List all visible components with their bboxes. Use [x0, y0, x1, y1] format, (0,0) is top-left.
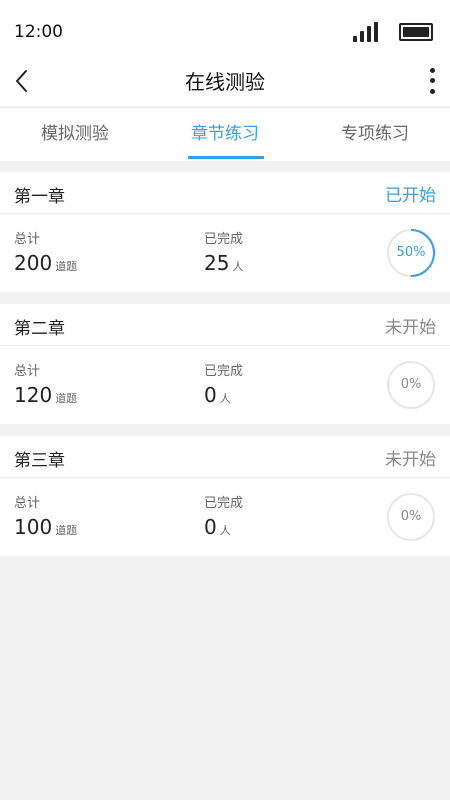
- done-unit: 人: [219, 524, 231, 537]
- progress-percent: 50%: [396, 245, 426, 260]
- progress-ring: 50%: [386, 228, 436, 278]
- total-unit: 道题: [55, 524, 78, 537]
- done-value: 0人: [204, 383, 231, 407]
- chapter-title: 第一章: [14, 187, 65, 207]
- status-bar: 12:00: [0, 0, 450, 56]
- done-label: 已完成: [204, 232, 244, 247]
- total-value: 200 道题: [14, 251, 77, 275]
- total-count: 120: [14, 383, 53, 407]
- done-unit: 人: [219, 392, 231, 405]
- chapter-card-1[interactable]: 第一章 已开始 总计 200 道题 已完成 25 人 50%: [0, 172, 450, 292]
- done-unit: 人: [232, 260, 244, 273]
- chapter-card-2[interactable]: 第二章 未开始 总计 120 道题 已完成 0人 0%: [0, 304, 450, 424]
- tab-special-practice[interactable]: 专项练习: [300, 108, 450, 161]
- progress-percent: 0%: [400, 509, 422, 524]
- tab-mock-test[interactable]: 模拟测验: [0, 108, 150, 161]
- done-value: 0人: [204, 515, 231, 539]
- total-label: 总计: [14, 364, 41, 379]
- page-title: 在线测验: [185, 70, 265, 94]
- chapter-header: 第一章 已开始: [0, 172, 450, 214]
- chapter-title: 第三章: [14, 451, 65, 471]
- total-label: 总计: [14, 496, 41, 511]
- done-label: 已完成: [204, 496, 244, 511]
- tab-bar: 模拟测验 章节练习 专项练习: [0, 107, 450, 161]
- chapter-title: 第二章: [14, 319, 65, 339]
- progress-ring: 0%: [386, 360, 436, 410]
- progress-ring: 0%: [386, 492, 436, 542]
- done-value: 25 人: [204, 251, 243, 275]
- done-count: 0: [204, 383, 217, 407]
- total-count: 100: [14, 515, 53, 539]
- progress-percent: 0%: [400, 377, 422, 392]
- active-tab-indicator: [188, 156, 264, 159]
- chapter-status[interactable]: 未开始: [385, 313, 436, 338]
- total-value: 100 道题: [14, 515, 77, 539]
- total-count: 200: [14, 251, 53, 275]
- total-unit: 道题: [55, 392, 78, 405]
- signal-icon: [353, 22, 381, 42]
- battery-icon: [399, 23, 433, 41]
- total-unit: 道题: [55, 260, 78, 273]
- done-count: 0: [204, 515, 217, 539]
- total-label: 总计: [14, 232, 41, 247]
- tab-chapter-practice[interactable]: 章节练习: [150, 108, 300, 161]
- done-count: 25: [204, 251, 230, 275]
- header: 在线测验: [0, 56, 450, 106]
- chapter-header: 第二章 未开始: [0, 304, 450, 346]
- done-label: 已完成: [204, 364, 244, 379]
- chapter-card-3[interactable]: 第三章 未开始 总计 100 道题 已完成 0人 0%: [0, 436, 450, 556]
- chapter-status[interactable]: 已开始: [385, 181, 436, 206]
- more-options-button[interactable]: [420, 64, 444, 98]
- status-time: 12:00: [14, 22, 63, 42]
- chapter-header: 第三章 未开始: [0, 436, 450, 478]
- total-value: 120 道题: [14, 383, 77, 407]
- chapter-status[interactable]: 未开始: [385, 445, 436, 470]
